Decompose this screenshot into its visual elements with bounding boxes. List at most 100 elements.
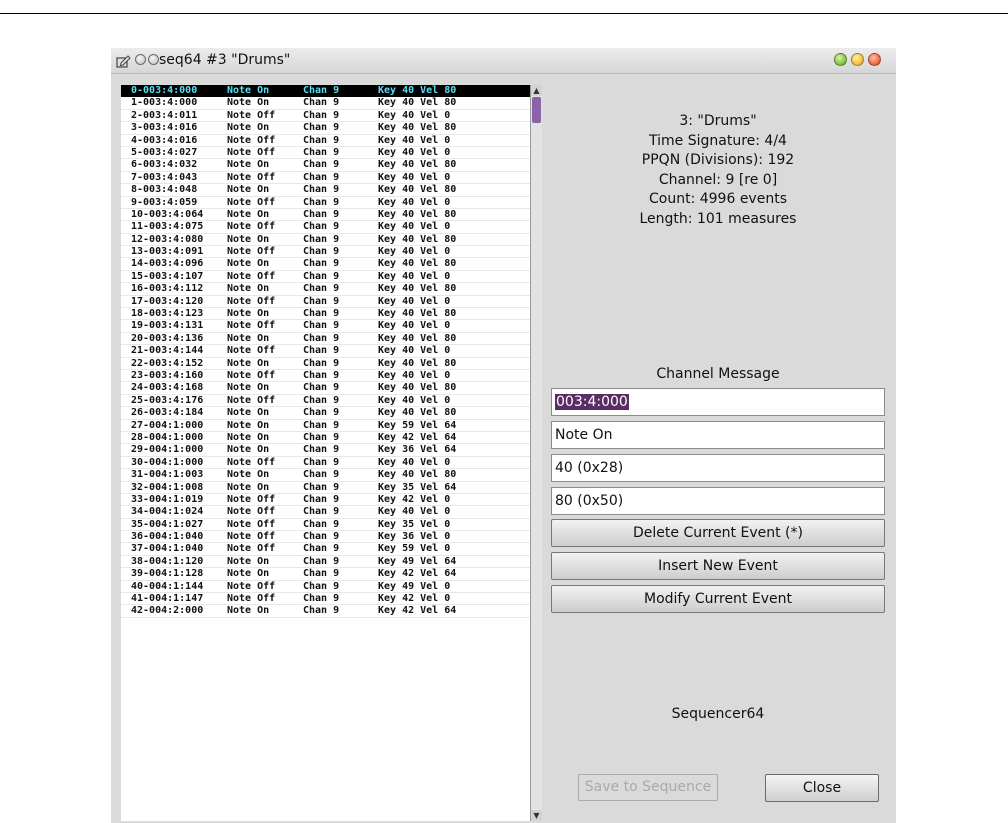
event-row[interactable]: 21-003:4:144 Note Off Chan 9 Key 40 Vel 0	[121, 345, 530, 358]
event-type: Note Off	[227, 171, 276, 183]
event-row[interactable]: 32-004:1:008 Note On Chan 9 Key 35 Vel 64	[121, 482, 530, 494]
event-row[interactable]: 10-003:4:064 Note On Chan 9 Key 40 Vel 80	[121, 208, 530, 222]
event-type: Note Off	[227, 369, 276, 381]
event-position: 34-004:1:024	[131, 506, 204, 518]
event-row[interactable]: 30-004:1:000 Note Off Chan 9 Key 40 Vel 0	[121, 456, 530, 470]
event-position: 36-004:1:040	[131, 531, 204, 543]
event-row[interactable]: 9-003:4:059 Note Off Chan 9 Key 40 Vel 0	[121, 197, 530, 209]
event-row[interactable]: 12-003:4:080 Note On Chan 9 Key 40 Vel 80	[121, 233, 530, 247]
event-type: Note Off	[227, 295, 276, 307]
event-position: 7-003:4:043	[131, 171, 198, 183]
event-row[interactable]: 22-003:4:152 Note On Chan 9 Key 40 Vel 80	[121, 358, 530, 370]
event-position: 42-004:2:000	[131, 605, 204, 617]
event-position: 25-003:4:176	[131, 394, 204, 406]
event-row[interactable]: 11-003:4:075 Note Off Chan 9 Key 40 Vel 0	[121, 221, 530, 234]
event-count: Count: 4996 events	[649, 191, 787, 208]
event-row[interactable]: 8-003:4:048 Note On Chan 9 Key 40 Vel 80	[121, 184, 530, 197]
event-name-field[interactable]: Note On	[551, 421, 885, 449]
event-channel: Chan 9	[303, 605, 340, 617]
scroll-thumb[interactable]	[532, 97, 541, 123]
event-row[interactable]: 14-003:4:096 Note On Chan 9 Key 40 Vel 80	[121, 258, 530, 271]
event-row[interactable]: 3-003:4:016 Note On Chan 9 Key 40 Vel 80	[121, 122, 530, 135]
event-row[interactable]: 35-004:1:027 Note Off Chan 9 Key 35 Vel 0	[121, 519, 530, 532]
event-list-scrollbar[interactable]: ▲ ▼	[530, 85, 542, 821]
scroll-up-icon[interactable]: ▲	[531, 85, 542, 96]
event-channel: Chan 9	[303, 109, 340, 121]
event-data: Key 36 Vel 0	[378, 531, 451, 543]
event-row[interactable]: 7-003:4:043 Note Off Chan 9 Key 40 Vel 0	[121, 171, 530, 185]
event-type: Note On	[227, 258, 270, 270]
event-position: 37-004:1:040	[131, 543, 204, 555]
event-row[interactable]: 26-003:4:184 Note On Chan 9 Key 40 Vel 80	[121, 407, 530, 420]
event-row[interactable]: 1-003:4:000 Note On Chan 9 Key 40 Vel 80	[121, 97, 530, 110]
event-row[interactable]: 42-004:2:000 Note On Chan 9 Key 42 Vel 64	[121, 605, 530, 618]
event-position: 18-003:4:123	[131, 308, 204, 320]
data-1-field[interactable]: 80 (0x50)	[551, 487, 885, 515]
event-row[interactable]: 20-003:4:136 Note On Chan 9 Key 40 Vel 80	[121, 333, 530, 346]
ppqn: PPQN (Divisions): 192	[641, 152, 795, 169]
maximize-button[interactable]	[851, 53, 864, 66]
top-rule	[0, 13, 1008, 14]
event-data: Key 36 Vel 64	[378, 444, 457, 456]
shade-icon[interactable]	[148, 54, 159, 65]
close-button[interactable]: Close	[765, 774, 879, 802]
event-row[interactable]: 15-003:4:107 Note Off Chan 9 Key 40 Vel 0	[121, 270, 530, 284]
timestamp-field[interactable]: 003:4:000	[551, 388, 885, 416]
event-row[interactable]: 16-003:4:112 Note On Chan 9 Key 40 Vel 80	[121, 283, 530, 296]
event-row[interactable]: 23-003:4:160 Note Off Chan 9 Key 40 Vel 0	[121, 369, 530, 383]
event-data: Key 40 Vel 80	[378, 97, 457, 109]
event-row[interactable]: 34-004:1:024 Note Off Chan 9 Key 40 Vel 0	[121, 506, 530, 519]
event-position: 39-004:1:128	[131, 568, 204, 580]
event-row[interactable]: 0-003:4:000 Note On Chan 9 Key 40 Vel 80	[121, 85, 530, 98]
delete-event-button[interactable]: Delete Current Event (*)	[551, 519, 885, 547]
insert-event-button[interactable]: Insert New Event	[551, 552, 885, 580]
event-row[interactable]: 4-003:4:016 Note Off Chan 9 Key 40 Vel 0	[121, 135, 530, 147]
event-row[interactable]: 36-004:1:040 Note Off Chan 9 Key 36 Vel 0	[121, 531, 530, 544]
event-row[interactable]: 31-004:1:003 Note On Chan 9 Key 40 Vel 80	[121, 469, 530, 482]
event-row[interactable]: 41-004:1:147 Note Off Chan 9 Key 42 Vel 0	[121, 593, 530, 606]
event-position: 28-004:1:000	[131, 431, 204, 443]
event-row[interactable]: 25-003:4:176 Note Off Chan 9 Key 40 Vel 0	[121, 394, 530, 408]
close-window-button[interactable]	[868, 53, 881, 66]
event-type: Note On	[227, 283, 270, 295]
event-list[interactable]: 0-003:4:000 Note On Chan 9 Key 40 Vel 80 1-0…	[121, 85, 530, 821]
event-channel: Chan 9	[303, 382, 340, 394]
event-row[interactable]: 19-003:4:131 Note Off Chan 9 Key 40 Vel 0	[121, 320, 530, 333]
edit-icon[interactable]	[115, 53, 131, 69]
event-row[interactable]: 5-003:4:027 Note Off Chan 9 Key 40 Vel 0	[121, 147, 530, 160]
event-row[interactable]: 13-003:4:091 Note Off Chan 9 Key 40 Vel 0	[121, 246, 530, 259]
event-row[interactable]: 17-003:4:120 Note Off Chan 9 Key 40 Vel 0	[121, 295, 530, 309]
event-row[interactable]: 33-004:1:019 Note Off Chan 9 Key 42 Vel 0	[121, 494, 530, 507]
event-row[interactable]: 40-004:1:144 Note Off Chan 9 Key 49 Vel 0	[121, 580, 530, 594]
event-channel: Chan 9	[303, 555, 340, 567]
event-position: 10-003:4:064	[131, 208, 204, 220]
event-row[interactable]: 2-003:4:011 Note Off Chan 9 Key 40 Vel 0	[121, 109, 530, 123]
event-position: 30-004:1:000	[131, 456, 204, 468]
scroll-down-icon[interactable]: ▼	[531, 810, 542, 821]
event-type: Note On	[227, 159, 270, 171]
event-row[interactable]: 18-003:4:123 Note On Chan 9 Key 40 Vel 80	[121, 308, 530, 321]
event-type: Note Off	[227, 543, 276, 555]
event-row[interactable]: 29-004:1:000 Note On Chan 9 Key 36 Vel 64	[121, 444, 530, 457]
data-0-field[interactable]: 40 (0x28)	[551, 454, 885, 482]
event-type: Note Off	[227, 580, 276, 592]
save-to-sequence-button[interactable]: Save to Sequence	[578, 774, 718, 801]
event-row[interactable]: 39-004:1:128 Note On Chan 9 Key 42 Vel 64	[121, 568, 530, 581]
sticky-icon[interactable]	[135, 54, 146, 65]
event-row[interactable]: 37-004:1:040 Note Off Chan 9 Key 59 Vel 0	[121, 543, 530, 556]
event-type: Note On	[227, 85, 270, 96]
event-data: Key 40 Vel 80	[378, 233, 457, 245]
event-position: 17-003:4:120	[131, 295, 204, 307]
event-row[interactable]: 38-004:1:120 Note On Chan 9 Key 49 Vel 64	[121, 555, 530, 569]
event-row[interactable]: 27-004:1:000 Note On Chan 9 Key 59 Vel 64	[121, 420, 530, 432]
event-channel: Chan 9	[303, 308, 340, 320]
title-bar[interactable]: seq64 #3 "Drums"	[111, 48, 896, 74]
event-row[interactable]: 24-003:4:168 Note On Chan 9 Key 40 Vel 80	[121, 382, 530, 395]
event-row[interactable]: 28-004:1:000 Note On Chan 9 Key 42 Vel 64	[121, 431, 530, 445]
minimize-button[interactable]	[834, 53, 847, 66]
modify-event-button[interactable]: Modify Current Event	[551, 585, 885, 613]
event-row[interactable]: 6-003:4:032 Note On Chan 9 Key 40 Vel 80	[121, 159, 530, 172]
event-type: Note Off	[227, 270, 276, 282]
timestamp-value: 003:4:000	[555, 394, 629, 410]
event-data: Key 40 Vel 80	[378, 469, 457, 481]
